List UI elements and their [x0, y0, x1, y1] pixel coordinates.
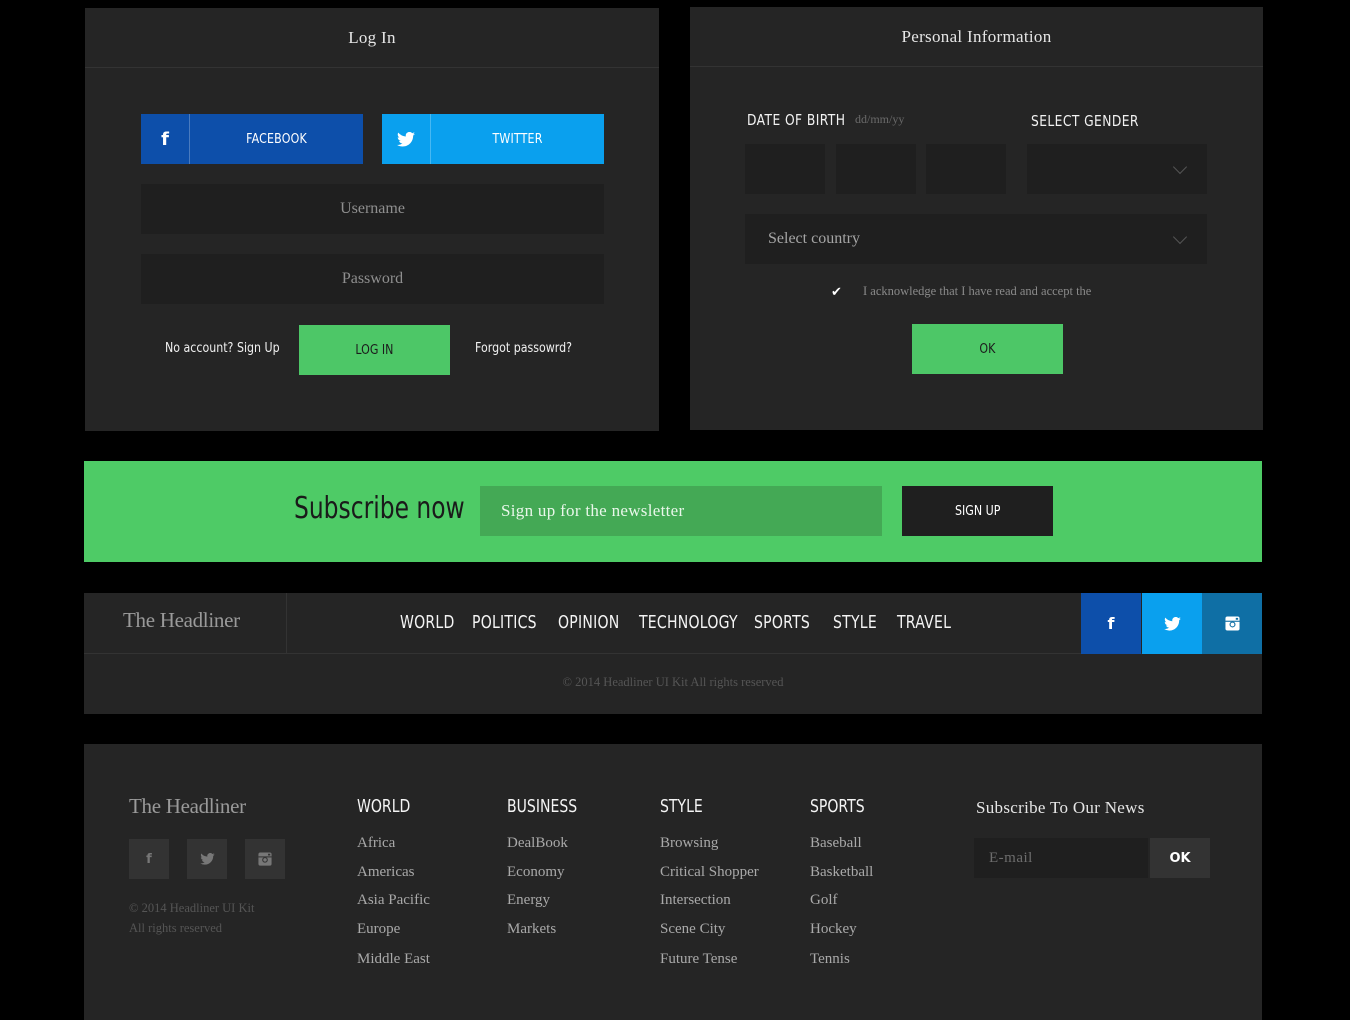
acknowledge-text: I acknowledge that I have read and accep…	[863, 284, 1092, 298]
footer-link[interactable]: Asia Pacific	[357, 892, 430, 909]
instagram-icon	[258, 852, 272, 866]
twitter-icon	[199, 853, 215, 865]
footer-link[interactable]: Future Tense	[660, 951, 737, 968]
footer-facebook-button[interactable]: f	[129, 839, 169, 879]
gender-select[interactable]	[1027, 144, 1207, 194]
ok-button[interactable]: OK	[912, 324, 1063, 374]
footer-link[interactable]: Americas	[357, 864, 414, 881]
footer-link[interactable]: Critical Shopper	[660, 864, 759, 881]
footer-link[interactable]: Hockey	[810, 921, 857, 938]
nav-item-politics[interactable]: POLITICS	[472, 612, 537, 633]
navbar-facebook-button[interactable]: f	[1081, 593, 1141, 654]
forgot-password-link[interactable]: Forgot passowrd?	[475, 341, 572, 356]
twitter-icon	[1163, 616, 1181, 631]
footer-column-title-style: STYLE	[660, 796, 703, 817]
twitter-login-label: TWITTER	[492, 131, 543, 147]
email-input[interactable]: E-mail	[974, 838, 1148, 878]
facebook-icon: f	[146, 851, 152, 867]
login-button[interactable]: LOG IN	[299, 325, 450, 375]
navbar-brand-cell: The Headliner	[84, 593, 287, 654]
navbar-brand[interactable]: The Headliner	[123, 608, 240, 633]
footer-link[interactable]: Africa	[357, 835, 395, 852]
dob-day-input[interactable]	[745, 144, 825, 194]
navbar-copyright: © 2014 Headliner UI Kit All rights reser…	[562, 675, 784, 689]
footer-copyright-line1: © 2014 Headliner UI Kit	[129, 901, 255, 915]
instagram-icon	[1224, 616, 1240, 631]
personal-info-title: Personal Information	[690, 7, 1263, 67]
signup-button-label: SIGN UP	[954, 503, 1001, 519]
footer-column-title-sports: SPORTS	[810, 796, 865, 817]
dob-month-input[interactable]	[836, 144, 916, 194]
dob-year-input[interactable]	[926, 144, 1006, 194]
footer-link[interactable]: Golf	[810, 892, 838, 909]
footer-link[interactable]: Markets	[507, 921, 556, 938]
footer-link[interactable]: Browsing	[660, 835, 718, 852]
username-input[interactable]: Username	[141, 184, 604, 234]
footer-link[interactable]: Scene City	[660, 921, 725, 938]
footer-link[interactable]: Europe	[357, 921, 400, 938]
nav-item-sports[interactable]: SPORTS	[754, 612, 810, 633]
footer: The Headliner f © 2014 Headliner UI Kit …	[84, 744, 1262, 1020]
login-button-label: LOG IN	[355, 342, 394, 358]
signup-link[interactable]: No account? Sign Up	[165, 341, 280, 356]
footer-column-title-business: BUSINESS	[507, 796, 578, 817]
footer-link[interactable]: Economy	[507, 864, 565, 881]
subscribe-banner: Subscribe now Sign up for the newsletter…	[84, 461, 1262, 562]
footer-link[interactable]: Baseball	[810, 835, 862, 852]
footer-column-title-world: WORLD	[357, 796, 411, 817]
facebook-login-button[interactable]: f FACEBOOK	[141, 114, 363, 164]
chevron-down-icon	[1172, 229, 1188, 245]
navbar: The Headliner WORLD POLITICS OPINION TEC…	[84, 593, 1262, 714]
email-ok-button[interactable]: OK	[1150, 838, 1210, 878]
ok-button-label: OK	[979, 341, 996, 357]
country-select-label: Select country	[768, 230, 860, 247]
dob-label: DATE OF BIRTH	[747, 111, 846, 129]
personal-info-panel: Personal Information DATE OF BIRTH dd/mm…	[690, 7, 1263, 430]
footer-twitter-button[interactable]	[187, 839, 227, 879]
facebook-icon: f	[1107, 614, 1115, 633]
footer-copyright-line2: All rights reserved	[129, 921, 223, 935]
nav-item-technology[interactable]: TECHNOLOGY	[639, 612, 738, 633]
subscribe-title: Subscribe now	[294, 491, 465, 526]
twitter-login-button[interactable]: TWITTER	[382, 114, 604, 164]
navbar-instagram-button[interactable]	[1202, 593, 1262, 654]
nav-item-travel[interactable]: TRAVEL	[897, 612, 951, 633]
footer-link[interactable]: Middle East	[357, 951, 430, 968]
footer-link[interactable]: Basketball	[810, 864, 873, 881]
gender-label: SELECT GENDER	[1031, 112, 1139, 130]
chevron-down-icon	[1172, 159, 1188, 175]
navbar-top: The Headliner WORLD POLITICS OPINION TEC…	[84, 593, 1262, 654]
nav-item-style[interactable]: STYLE	[833, 612, 877, 633]
checkmark-icon[interactable]: ✔	[831, 285, 842, 300]
newsletter-input[interactable]: Sign up for the newsletter	[480, 486, 882, 536]
footer-link[interactable]: Energy	[507, 892, 550, 909]
login-title: Log In	[85, 8, 659, 68]
newsletter-title: Subscribe To Our News	[976, 798, 1145, 817]
navbar-twitter-button[interactable]	[1142, 593, 1202, 654]
footer-link[interactable]: Intersection	[660, 892, 731, 909]
footer-link[interactable]: DealBook	[507, 835, 568, 852]
twitter-icon	[382, 114, 431, 164]
login-panel: Log In f FACEBOOK TWITTER Username Passw…	[85, 8, 659, 431]
country-select[interactable]: Select country	[745, 214, 1207, 264]
signup-button[interactable]: SIGN UP	[902, 486, 1053, 536]
nav-item-world[interactable]: WORLD	[400, 612, 455, 633]
footer-instagram-button[interactable]	[245, 839, 285, 879]
footer-brand[interactable]: The Headliner	[129, 794, 246, 819]
facebook-login-label: FACEBOOK	[246, 131, 307, 147]
facebook-icon: f	[141, 114, 190, 164]
footer-link[interactable]: Tennis	[810, 951, 850, 968]
dob-hint: dd/mm/yy	[855, 112, 905, 126]
password-input[interactable]: Password	[141, 254, 604, 304]
nav-item-opinion[interactable]: OPINION	[558, 612, 619, 633]
